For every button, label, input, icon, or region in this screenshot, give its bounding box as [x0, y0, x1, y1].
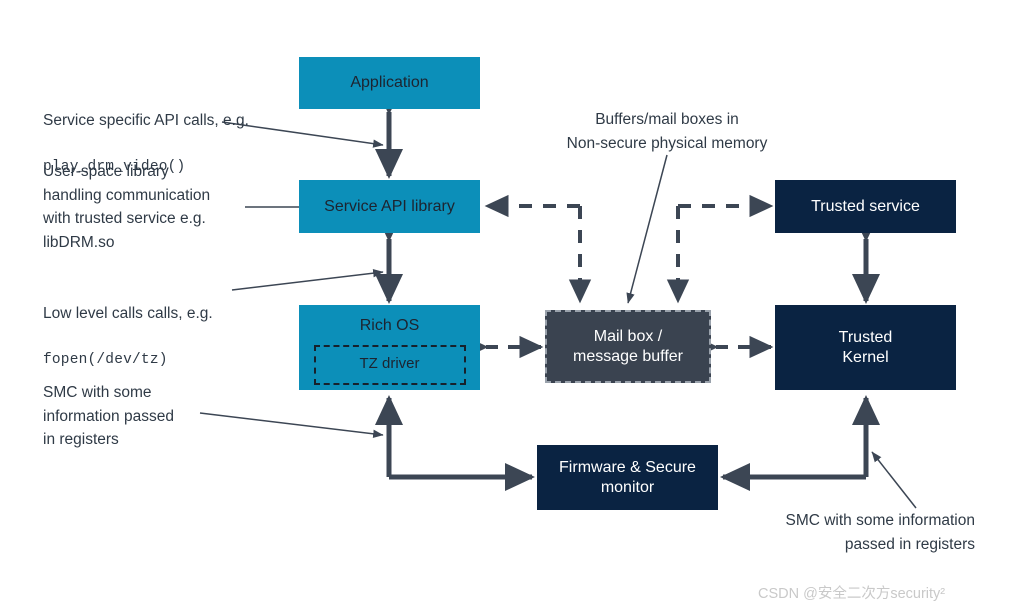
annotation-low-level-calls: Low level calls calls, e.g. fopen(/dev/t… — [43, 278, 313, 394]
node-mail-box-label: Mail box / message buffer — [573, 327, 683, 365]
node-firmware-secure-monitor-label: Firmware & Secure monitor — [559, 458, 696, 496]
node-tz-driver-label: TZ driver — [359, 355, 420, 373]
node-trusted-service-label: Trusted service — [811, 197, 920, 215]
diagram-canvas: Application Service API library Rich OS … — [0, 0, 1020, 610]
node-application-label: Application — [350, 74, 429, 92]
annotation-service-api-calls-line1: Service specific API calls, e.g. — [43, 111, 249, 129]
annotation-low-level-calls-line1: Low level calls calls, e.g. — [43, 304, 213, 322]
annotation-smc-left: SMC with some information passed in regi… — [43, 384, 174, 449]
leader-smc-right — [871, 451, 917, 509]
leader-buffers-mail-boxes — [626, 154, 668, 304]
annotation-buffers-mail-boxes: Buffers/mail boxes in Non-secure physica… — [566, 111, 768, 152]
node-mail-box[interactable]: Mail box / message buffer — [545, 310, 711, 383]
annotation-smc-right: SMC with some information passed in regi… — [785, 512, 975, 553]
node-service-api-library[interactable]: Service API library — [299, 180, 480, 233]
node-firmware-secure-monitor[interactable]: Firmware & Secure monitor — [537, 445, 718, 510]
node-trusted-kernel-label: Trusted Kernel — [838, 328, 893, 366]
node-service-api-library-label: Service API library — [324, 197, 455, 215]
node-trusted-service[interactable]: Trusted service — [775, 180, 956, 233]
node-rich-os-label: Rich OS — [359, 317, 420, 334]
annotation-low-level-calls-code: fopen(/dev/tz) — [43, 351, 168, 368]
node-tz-driver[interactable]: TZ driver — [313, 344, 466, 385]
node-rich-os[interactable]: Rich OS TZ driver — [299, 305, 480, 390]
annotation-user-space-library: User-space library handling communicatio… — [43, 163, 211, 251]
watermark: CSDN @安全二次方security² — [758, 586, 946, 602]
node-application[interactable]: Application — [299, 57, 480, 109]
node-trusted-kernel[interactable]: Trusted Kernel — [775, 305, 956, 390]
